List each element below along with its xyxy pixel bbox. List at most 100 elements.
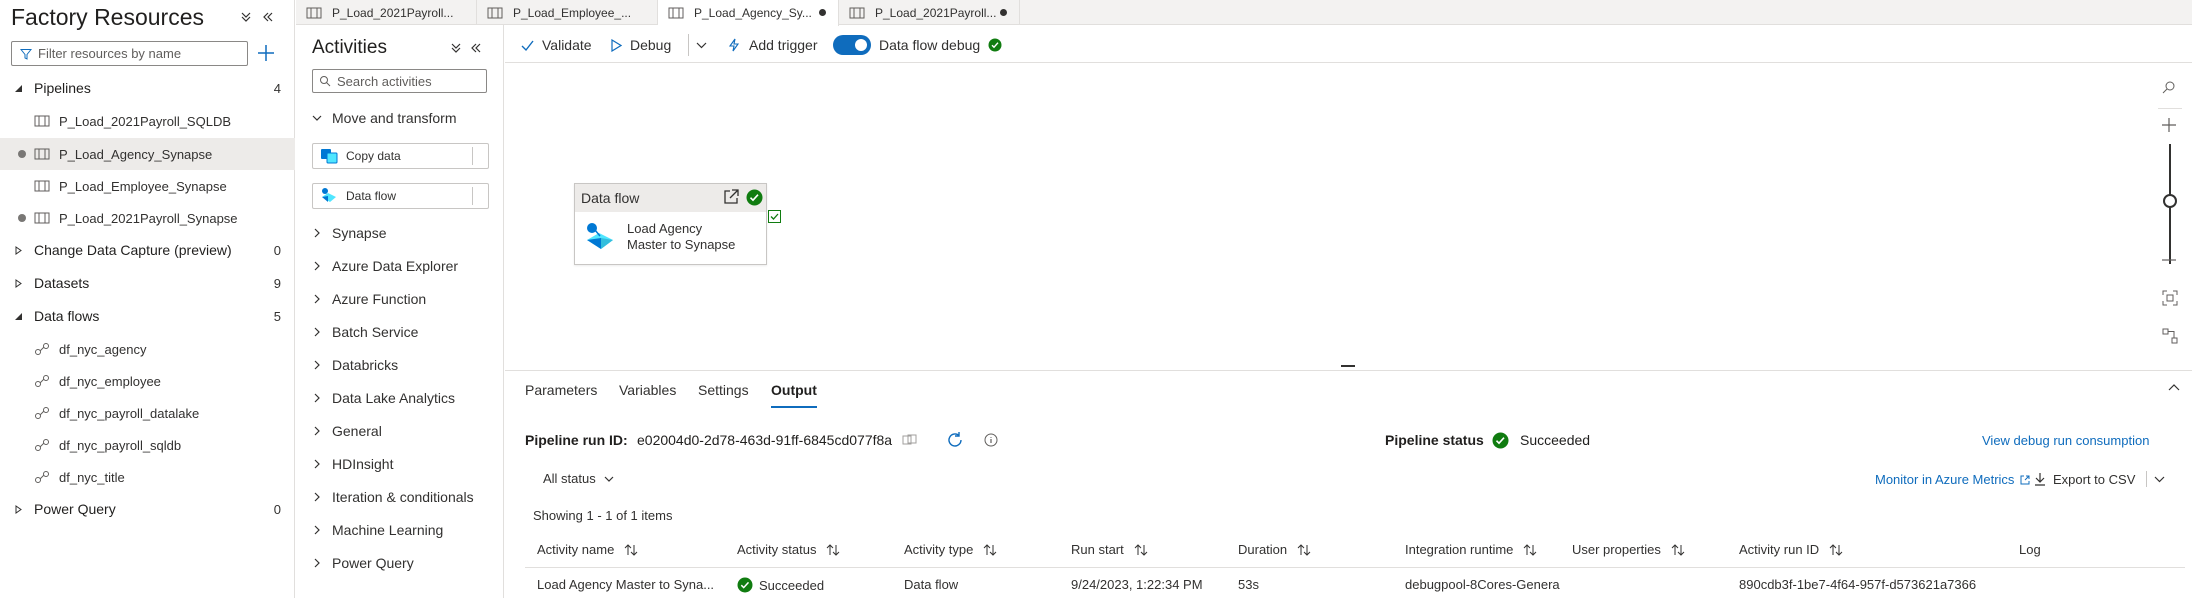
pipeline-item[interactable]: P_Load_Agency_Synapse (0, 138, 295, 170)
fit-to-screen-icon[interactable] (2162, 290, 2178, 306)
activity-copy-data[interactable]: Copy data (312, 143, 489, 169)
chevron-down-icon[interactable] (2154, 474, 2165, 485)
debug-label: Debug (630, 37, 672, 53)
dataflow-debug-label: Data flow debug (879, 37, 981, 53)
cell-activity-name[interactable]: Load Agency Master to Syna... (537, 577, 714, 592)
zoom-out-icon[interactable] (2161, 258, 2177, 262)
filter-resources-input[interactable]: Filter resources by name (11, 41, 248, 66)
chevron-up-icon[interactable] (2168, 382, 2180, 394)
activity-data-flow[interactable]: Data flow (312, 183, 489, 209)
search-icon[interactable] (2162, 80, 2176, 94)
category-label: Data Lake Analytics (332, 390, 455, 406)
chevron-down-icon (696, 42, 707, 48)
column-integration-runtime[interactable]: Integration runtime (1405, 542, 1537, 557)
section-data-flows[interactable]: Data flows 5 (0, 300, 295, 332)
tab-variables[interactable]: Variables (619, 382, 676, 398)
success-output-handle[interactable] (768, 210, 781, 223)
add-resource-button[interactable] (255, 42, 277, 64)
copy-icon[interactable] (902, 430, 918, 450)
tab-parameters[interactable]: Parameters (525, 382, 597, 398)
drag-handle-icon[interactable] (472, 147, 486, 165)
category-databricks[interactable]: Databricks (312, 350, 398, 380)
minimize-pane-icon[interactable] (466, 38, 486, 58)
category-general[interactable]: General (312, 416, 382, 446)
column-activity-type[interactable]: Activity type (904, 542, 997, 557)
collapsed-triangle-icon (10, 278, 26, 288)
view-debug-run-consumption-link[interactable]: View debug run consumption (1982, 430, 2149, 450)
activity-label: Copy data (346, 149, 401, 163)
section-change-data-capture[interactable]: Change Data Capture (preview) 0 (0, 234, 295, 266)
category-synapse[interactable]: Synapse (312, 218, 386, 248)
category-azure-function[interactable]: Azure Function (312, 284, 426, 314)
validate-button[interactable]: Validate (521, 34, 592, 56)
column-activity-name[interactable]: Activity name (537, 542, 638, 557)
section-count: 0 (273, 242, 281, 258)
minimize-pane-icon[interactable] (258, 7, 278, 27)
monitor-label: Monitor in Azure Metrics (1875, 472, 2015, 487)
add-trigger-button[interactable]: Add trigger (727, 34, 817, 56)
tab-label: P_Load_2021Payroll... (875, 5, 997, 20)
chevron-down-icon (312, 115, 322, 121)
monitor-azure-metrics-link[interactable]: Monitor in Azure Metrics (1875, 472, 2030, 487)
drag-handle-icon[interactable] (472, 187, 486, 205)
zoom-in-icon[interactable] (2161, 117, 2177, 133)
category-azure-data-explorer[interactable]: Azure Data Explorer (312, 251, 458, 281)
zoom-slider-thumb[interactable] (2163, 194, 2177, 208)
dataflow-debug-toggle[interactable]: Data flow debug (833, 34, 1002, 56)
download-icon (2035, 473, 2045, 486)
category-iteration-conditionals[interactable]: Iteration & conditionals (312, 482, 474, 512)
dataflow-item[interactable]: df_nyc_agency (0, 333, 295, 365)
pipeline-item[interactable]: P_Load_2021Payroll_SQLDB (0, 105, 295, 137)
debug-button[interactable]: Debug (610, 34, 671, 56)
column-duration[interactable]: Duration (1238, 542, 1311, 557)
tab-pipeline[interactable]: P_Load_2021Payroll... (296, 0, 477, 25)
pipeline-item[interactable]: P_Load_2021Payroll_Synapse (0, 202, 295, 234)
column-activity-run-id[interactable]: Activity run ID (1739, 542, 1843, 557)
tab-pipeline-active[interactable]: P_Load_Agency_Sy... (658, 0, 839, 26)
open-external-icon[interactable] (722, 188, 740, 206)
tab-output[interactable]: Output (771, 382, 817, 408)
section-pipelines[interactable]: Pipelines 4 (0, 72, 295, 104)
toggle-switch[interactable] (833, 35, 871, 55)
pipeline-icon (487, 7, 503, 18)
export-to-csv-button[interactable]: Export to CSV (2034, 471, 2165, 487)
dataflow-item[interactable]: df_nyc_title (0, 461, 295, 493)
status-filter-dropdown[interactable]: All status (543, 471, 614, 486)
category-power-query[interactable]: Power Query (312, 548, 414, 578)
dataflow-item[interactable]: df_nyc_employee (0, 365, 295, 397)
column-user-properties[interactable]: User properties (1572, 542, 1685, 557)
collapse-all-icon[interactable] (236, 7, 256, 27)
export-label: Export to CSV (2053, 471, 2136, 487)
pipeline-run-id-label: Pipeline run ID: (525, 432, 628, 448)
search-activities-input[interactable]: Search activities (312, 69, 487, 93)
category-hdinsight[interactable]: HDInsight (312, 449, 393, 479)
sort-icon (624, 543, 638, 556)
info-icon[interactable] (984, 430, 998, 450)
activity-node-data-flow[interactable]: Data flow Load Agency Master to Synapse (574, 183, 767, 265)
search-icon (320, 76, 331, 87)
panel-resize-handle[interactable] (1341, 365, 1355, 367)
cell-run-start: 9/24/2023, 1:22:34 PM (1071, 577, 1203, 592)
category-data-lake-analytics[interactable]: Data Lake Analytics (312, 383, 455, 413)
category-move-and-transform[interactable]: Move and transform (312, 103, 457, 133)
tab-pipeline[interactable]: P_Load_2021Payroll... (839, 0, 1020, 25)
tab-pipeline[interactable]: P_Load_Employee_... (477, 0, 658, 25)
section-datasets[interactable]: Datasets 9 (0, 267, 295, 299)
pipeline-icon (306, 7, 322, 18)
column-run-start[interactable]: Run start (1071, 542, 1148, 557)
collapse-all-icon[interactable] (446, 38, 466, 58)
column-activity-status[interactable]: Activity status (737, 542, 840, 557)
dataflow-item[interactable]: df_nyc_payroll_datalake (0, 397, 295, 429)
category-machine-learning[interactable]: Machine Learning (312, 515, 443, 545)
dataflow-item[interactable]: df_nyc_payroll_sqldb (0, 429, 295, 461)
refresh-icon[interactable] (946, 430, 964, 450)
pipeline-item[interactable]: P_Load_Employee_Synapse (0, 170, 295, 202)
tab-settings[interactable]: Settings (698, 382, 749, 398)
debug-dropdown-button[interactable] (696, 34, 707, 56)
auto-align-icon[interactable] (2162, 328, 2178, 344)
section-power-query[interactable]: Power Query 0 (0, 493, 295, 525)
pipeline-run-id-value: e02004d0-2d78-463d-91ff-6845cd077f8a (637, 432, 893, 448)
pipeline-status-value: Succeeded (1520, 432, 1591, 448)
category-batch-service[interactable]: Batch Service (312, 317, 418, 347)
node-name: Load Agency Master to Synapse (627, 221, 735, 253)
